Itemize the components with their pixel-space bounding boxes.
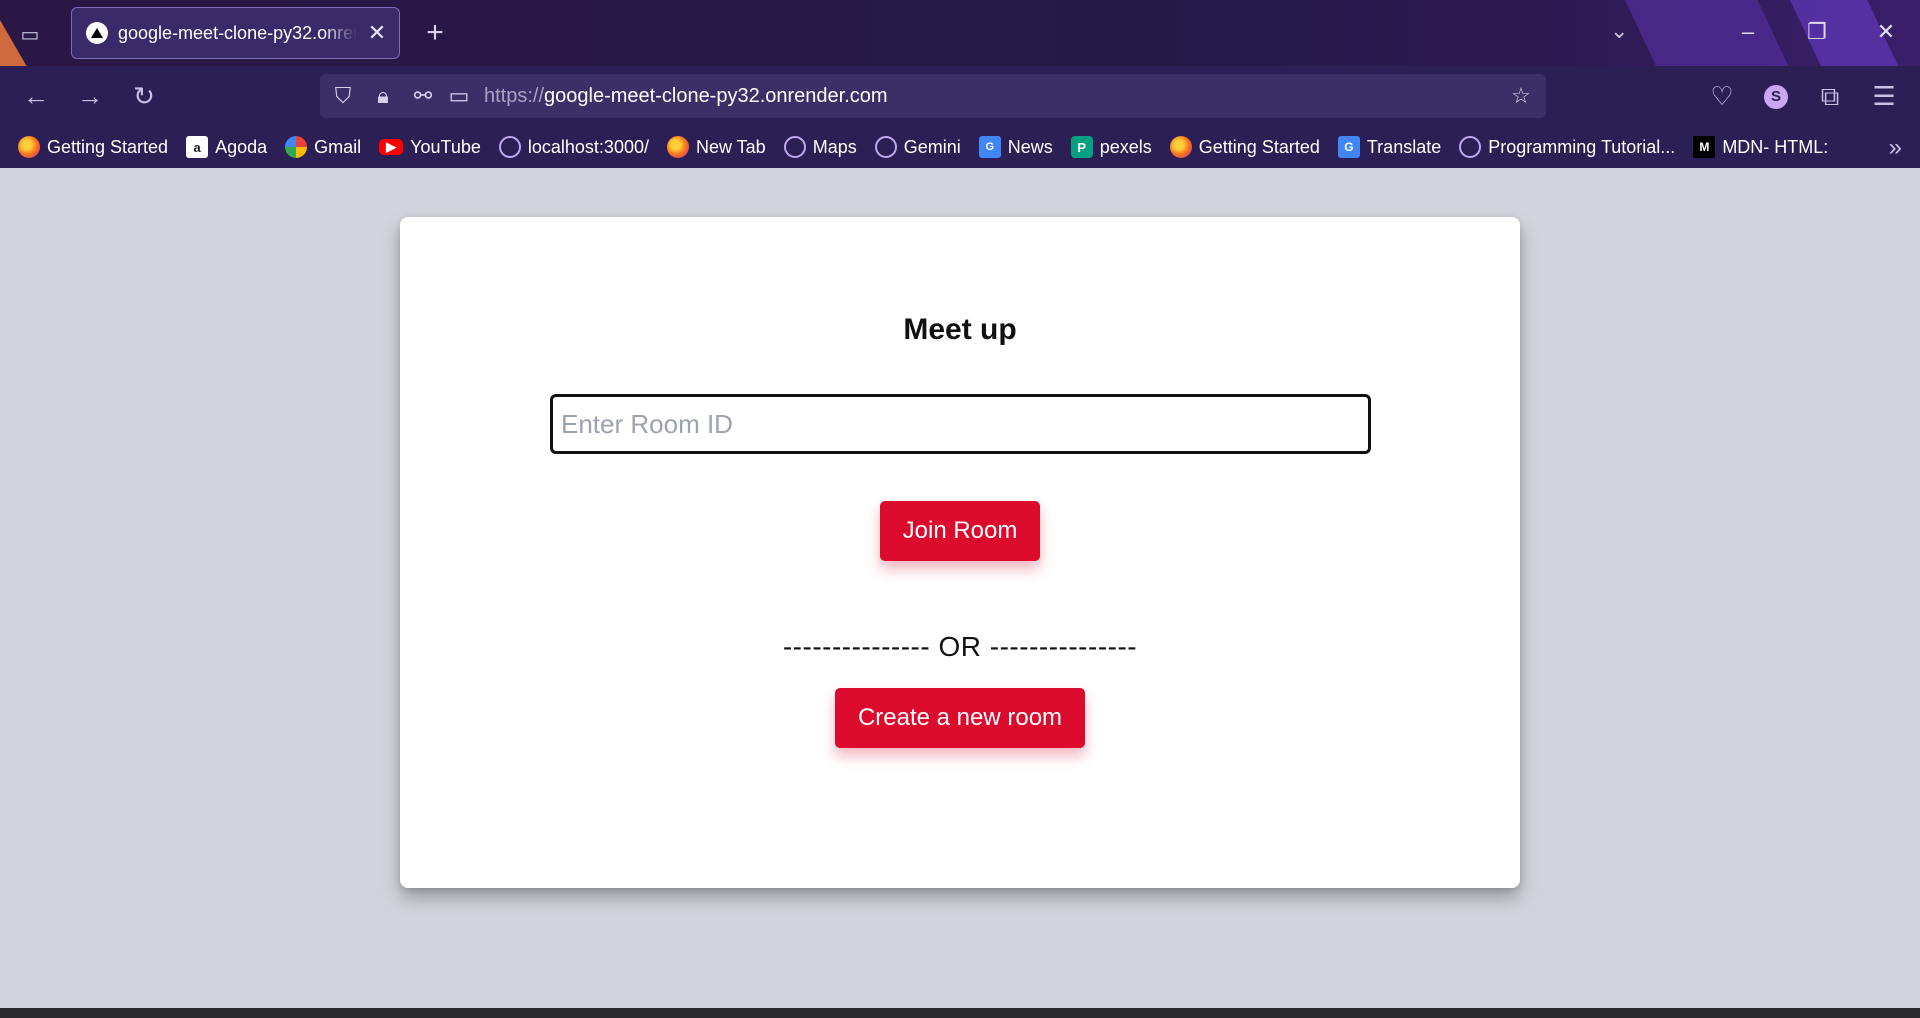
bookmark-item[interactable]: Programming Tutorial... [1459,136,1675,158]
pocket-icon[interactable]: ♡ [1706,80,1738,112]
tracking-protection-shield-icon[interactable]: ⛉ [328,80,358,112]
or-divider: --------------- OR --------------- [782,631,1138,662]
list-all-tabs-chevron-icon[interactable]: ⌄ [1610,18,1628,44]
lock-icon[interactable]: 🔒︎ [368,80,398,112]
bookmark-item[interactable]: Maps [783,136,857,158]
bookmark-item[interactable]: G Translate [1337,136,1442,158]
new-tab-icon[interactable]: + [420,16,450,50]
tab-manager-icon[interactable]: ▭ [14,18,46,50]
firefox-icon [18,136,40,158]
mdn-icon: M [1693,136,1716,158]
bookmark-item[interactable]: Gmail [285,136,361,158]
reload-icon[interactable]: ↻ [128,80,160,112]
url-host: google-meet-clone-py32.onrender.com [544,85,888,107]
bookmark-item[interactable]: Getting Started [18,136,168,158]
tab-title: google-meet-clone-py32.onrender.com [118,22,357,43]
extensions-puzzle-icon[interactable]: ⧉ [1814,80,1846,112]
room-id-input[interactable] [550,394,1371,454]
globe-icon [498,136,521,158]
restore-icon[interactable]: ❐ [1797,14,1837,50]
url-scheme: https:// [484,85,545,107]
google-icon [285,136,308,158]
bookmark-item[interactable]: G News [978,136,1053,158]
globe-icon [874,136,897,158]
bookmark-label: MDN- HTML: [1722,136,1829,157]
address-bar[interactable]: ⛉ 🔒︎ ⚯ ▭ https://google-meet-clone-py32.… [320,74,1546,118]
bookmark-label: New Tab [695,136,766,157]
camera-permission-icon[interactable]: ▭ [444,80,474,112]
bookmark-label: Maps [812,136,857,157]
close-tab-icon[interactable]: ✕ [367,20,387,46]
bookmark-label: Gemini [903,136,961,157]
create-room-button[interactable]: Create a new room [835,688,1085,748]
bookmark-label: Programming Tutorial... [1488,136,1676,157]
firefox-icon [1169,136,1192,158]
bookmark-item[interactable]: New Tab [666,136,766,158]
theme-decoration [1621,0,1799,66]
globe-icon [1459,136,1482,158]
bookmark-item[interactable]: ▶ YouTube [379,137,481,158]
bookmark-label: Gmail [314,136,362,157]
browser-tab-strip: ▭ google-meet-clone-py32.onrender.com ✕ … [0,0,1920,66]
forward-arrow-icon[interactable]: → [74,80,106,112]
bookmark-label: Getting Started [47,136,169,157]
url-text[interactable]: https://google-meet-clone-py32.onrender.… [484,85,888,108]
bookmark-item[interactable]: Ppexels [1070,136,1152,158]
bookmark-item[interactable]: Getting Started [1169,136,1320,158]
bookmark-label: localhost:3000/ [527,136,649,157]
browser-tab-active[interactable]: google-meet-clone-py32.onrender.com ✕ [71,7,400,59]
menu-hamburger-icon[interactable]: ☰ [1868,80,1900,112]
minimize-icon[interactable]: – [1728,14,1768,50]
bookmark-item[interactable]: localhost:3000/ [498,136,649,158]
site-favicon-icon [86,22,108,44]
page-viewport: Meet up Join Room --------------- OR ---… [0,168,1920,1008]
agoda-icon: a [186,136,209,158]
taskbar-edge [0,1008,1920,1018]
bookmark-item[interactable]: Gemini [874,136,961,158]
bookmark-star-icon[interactable]: ☆ [1506,80,1536,112]
pexels-icon: P [1070,136,1093,158]
back-arrow-icon[interactable]: ← [20,80,52,112]
bookmark-label: Getting Started [1198,136,1320,157]
bookmark-label: News [1007,136,1053,157]
meetup-card: Meet up Join Room --------------- OR ---… [400,217,1520,888]
window-close-icon[interactable]: ✕ [1866,14,1906,50]
globe-icon [783,136,806,158]
browser-navigation-bar: ← → ↻ ⛉ 🔒︎ ⚯ ▭ https://google-meet-clone… [0,66,1920,126]
account-avatar[interactable]: S [1764,85,1788,109]
bookmark-item[interactable]: a Agoda [186,136,267,158]
google-translate-icon: G [1337,136,1360,158]
bookmark-label: YouTube [410,136,481,157]
page-title: Meet up [903,313,1017,346]
youtube-icon: ▶ [379,139,404,155]
bookmark-label: Translate [1366,136,1442,157]
firefox-icon [666,136,689,158]
bookmarks-overflow-chevron-icon[interactable]: » [1889,134,1902,162]
bookmark-item[interactable]: M MDN- HTML: [1693,136,1828,158]
google-news-icon: G [978,136,1001,158]
bookmarks-toolbar: Getting Started a Agoda Gmail ▶ YouTube lo… [0,126,1920,168]
bookmark-label: Agoda [215,136,268,157]
permissions-icon[interactable]: ⚯ [408,80,438,112]
bookmark-label: pexels [1099,136,1152,157]
join-room-button[interactable]: Join Room [880,501,1040,561]
